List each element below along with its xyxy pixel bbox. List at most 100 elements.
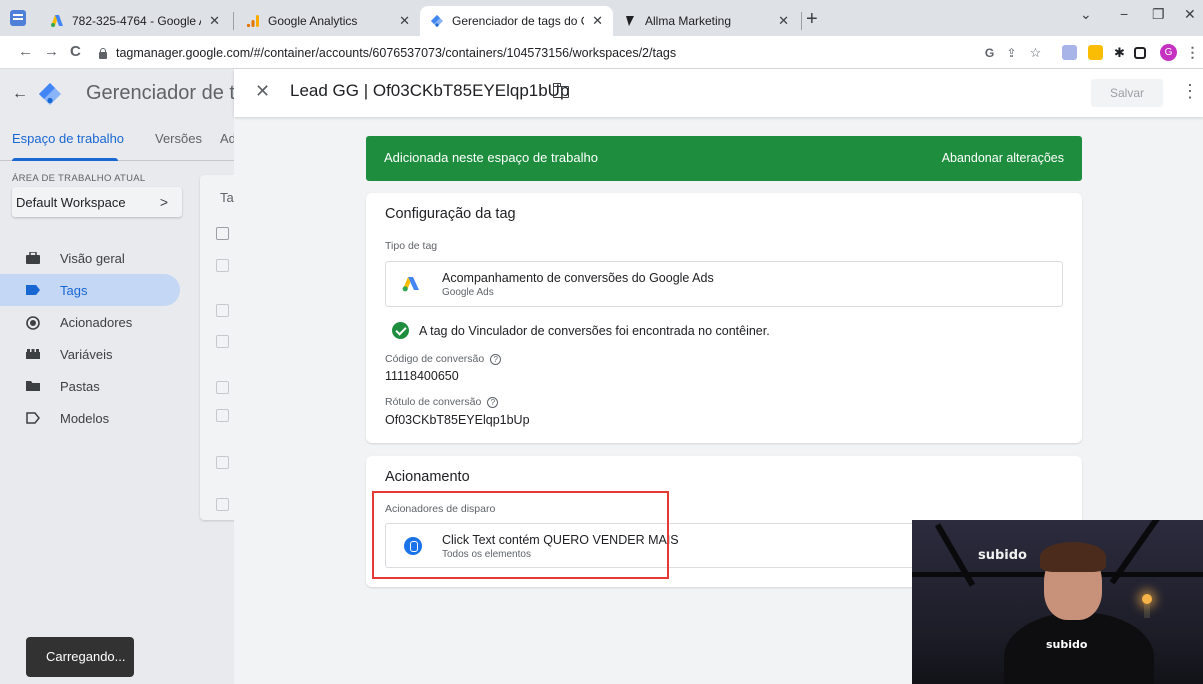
- conversion-label-label: Rótulo de conversão?: [385, 396, 499, 408]
- google-ads-logo-icon: [402, 276, 420, 292]
- close-tab-icon[interactable]: ✕: [399, 13, 410, 29]
- side-panel-icon[interactable]: [1134, 47, 1146, 59]
- webcam-overlay: subido subido: [912, 520, 1203, 684]
- tag-editor-header: ✕ Lead GG | Of03CKbT85EYElqp1bUp Salvar …: [234, 69, 1203, 117]
- tab-workspace[interactable]: Espaço de trabalho: [12, 131, 124, 146]
- new-tab-button[interactable]: +: [806, 8, 818, 31]
- lock-icon: [98, 47, 108, 59]
- forward-button[interactable]: →: [44, 43, 59, 60]
- select-all-checkbox[interactable]: [216, 227, 229, 240]
- variables-icon: [26, 348, 40, 360]
- row-checkbox[interactable]: [216, 498, 229, 511]
- extension-code-icon[interactable]: [1062, 45, 1077, 60]
- tag-name-field[interactable]: Lead GG | Of03CKbT85EYElqp1bUp: [290, 81, 569, 101]
- close-editor-button[interactable]: ✕: [255, 81, 270, 102]
- bookmark-star-icon[interactable]: ☆: [1028, 45, 1043, 60]
- gtm-app-title: Gerenciador de tags: [86, 82, 234, 104]
- loading-toast: Carregando...: [26, 637, 134, 677]
- tags-list-header: Tag: [220, 190, 234, 205]
- tag-configuration-card[interactable]: Configuração da tag Tipo de tag Acompanh…: [366, 193, 1082, 443]
- url-field[interactable]: tagmanager.google.com/#/container/accoun…: [98, 41, 968, 65]
- gtm-header: ← Gerenciador de tags: [0, 69, 234, 121]
- reload-button[interactable]: C: [70, 43, 81, 60]
- conversion-id-label: Código de conversão?: [385, 353, 502, 365]
- google-analytics-favicon-icon: [246, 14, 260, 28]
- card-title: Configuração da tag: [385, 206, 516, 222]
- row-checkbox[interactable]: [216, 381, 229, 394]
- extensions-puzzle-icon[interactable]: ✱: [1112, 45, 1127, 60]
- tab-admin[interactable]: Ad: [220, 131, 234, 146]
- minimize-button[interactable]: −: [1120, 6, 1128, 22]
- lamp-bulb: [1142, 594, 1152, 604]
- tab-list-dropdown-icon[interactable]: ⌄: [1080, 6, 1092, 23]
- card-title: Acionamento: [385, 469, 470, 485]
- sidebar-item-tags[interactable]: Tags: [0, 274, 180, 306]
- tab-search-icon[interactable]: [10, 10, 26, 26]
- save-button[interactable]: Salvar: [1091, 79, 1163, 107]
- tab-divider: [233, 12, 234, 30]
- help-icon[interactable]: ?: [490, 353, 502, 365]
- share-icon[interactable]: ⇪: [1004, 45, 1019, 60]
- presenter-hair: [1040, 542, 1106, 572]
- close-window-button[interactable]: ✕: [1184, 6, 1196, 23]
- close-tab-icon[interactable]: ✕: [592, 13, 603, 29]
- conversion-label-value: Of03CKbT85EYElqp1bUp: [385, 413, 530, 427]
- back-arrow-icon[interactable]: ←: [12, 85, 28, 103]
- sidebar-item-templates[interactable]: Modelos: [0, 402, 180, 434]
- browser-tab-google-analytics[interactable]: Google Analytics ✕: [236, 6, 420, 36]
- address-bar-row: ← → C tagmanager.google.com/#/container/…: [0, 36, 1203, 69]
- close-tab-icon[interactable]: ✕: [209, 13, 220, 29]
- allma-favicon-icon: [623, 14, 637, 28]
- sidebar-item-triggers[interactable]: Acionadores: [0, 306, 180, 338]
- workspace-name: Default Workspace: [16, 195, 126, 210]
- chevron-right-icon: >: [159, 194, 168, 210]
- tab-title: Gerenciador de tags do Google: [452, 14, 584, 28]
- gtm-tabs: Espaço de trabalho Versões Ad: [0, 121, 234, 161]
- linker-message: A tag do Vinculador de conversões foi en…: [419, 323, 770, 338]
- row-checkbox[interactable]: [216, 409, 229, 422]
- notice-message: Adicionada neste espaço de trabalho: [384, 150, 598, 165]
- discard-changes-button[interactable]: Abandonar alterações: [942, 151, 1064, 165]
- restore-button[interactable]: ❐: [1152, 6, 1165, 23]
- template-icon: [26, 412, 40, 424]
- url-text: tagmanager.google.com/#/container/accoun…: [116, 46, 677, 60]
- sidebar-item-folders[interactable]: Pastas: [0, 370, 180, 402]
- help-icon[interactable]: ?: [487, 396, 499, 408]
- sidebar-item-label: Variáveis: [60, 346, 113, 362]
- browser-tab-google-ads[interactable]: 782-325-4764 - Google Ads ✕: [40, 6, 230, 36]
- workspace-change-notice: Adicionada neste espaço de trabalho Aban…: [366, 136, 1082, 181]
- row-checkbox[interactable]: [216, 335, 229, 348]
- sidebar-item-label: Modelos: [60, 410, 110, 426]
- tag-type-label: Tipo de tag: [385, 240, 438, 252]
- extension-yellow-icon[interactable]: [1088, 45, 1103, 60]
- browser-tab-allma-marketing[interactable]: Allma Marketing ✕: [613, 6, 799, 36]
- back-button[interactable]: ←: [18, 43, 33, 60]
- tab-versions[interactable]: Versões: [155, 131, 202, 146]
- sidebar-item-variables[interactable]: Variáveis: [0, 338, 180, 370]
- google-translate-icon[interactable]: G: [982, 45, 997, 60]
- wall-logo: subido: [978, 548, 1027, 563]
- tag-type-selector[interactable]: Acompanhamento de conversões do Google A…: [385, 261, 1063, 307]
- tag-manager-favicon-icon: [430, 14, 444, 28]
- tag-type-vendor: Google Ads: [442, 287, 494, 298]
- workspace-selector[interactable]: Default Workspace >: [12, 187, 182, 217]
- tab-divider: [801, 12, 802, 30]
- browser-menu-icon[interactable]: ⋮: [1185, 44, 1200, 60]
- conversion-id-value: 11118400650: [385, 369, 459, 383]
- conversion-label-label-text: Rótulo de conversão: [385, 396, 482, 408]
- profile-avatar-icon[interactable]: G: [1160, 44, 1177, 61]
- row-checkbox[interactable]: [216, 259, 229, 272]
- check-circle-icon: [392, 322, 409, 339]
- more-options-icon[interactable]: ⋮: [1181, 81, 1199, 102]
- shirt-logo: subido: [1046, 638, 1088, 651]
- close-tab-icon[interactable]: ✕: [778, 13, 789, 29]
- google-ads-favicon-icon: [50, 14, 64, 28]
- trigger-icon: [26, 316, 40, 330]
- browser-tab-bar: 782-325-4764 - Google Ads ✕ Google Analy…: [0, 0, 1203, 36]
- folder-icon[interactable]: [552, 83, 569, 98]
- browser-tab-tag-manager[interactable]: Gerenciador de tags do Google ✕: [420, 6, 613, 36]
- conversion-id-label-text: Código de conversão: [385, 353, 485, 365]
- sidebar-item-overview[interactable]: Visão geral: [0, 242, 180, 274]
- row-checkbox[interactable]: [216, 456, 229, 469]
- row-checkbox[interactable]: [216, 304, 229, 317]
